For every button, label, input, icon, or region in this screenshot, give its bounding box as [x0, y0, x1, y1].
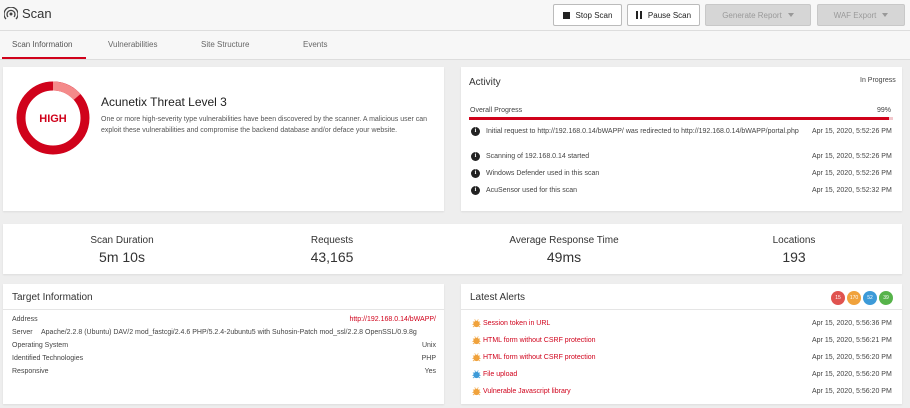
stat-requests-label: Requests [310, 235, 354, 246]
threat-level-badge: HIGH [39, 113, 67, 125]
alert-name[interactable]: File upload [483, 371, 517, 378]
target-responsive-row: Responsive Yes [12, 368, 436, 378]
low-count-badge[interactable]: 52 [863, 291, 877, 305]
activity-event-time: Apr 15, 2020, 5:52:26 PM [812, 170, 892, 177]
responsive-label: Responsive [12, 368, 49, 375]
server-label: Server [12, 329, 33, 336]
alert-name[interactable]: HTML form without CSRF protection [483, 337, 596, 344]
target-information-title: Target Information [12, 292, 93, 303]
divider [3, 309, 444, 310]
tab-events[interactable]: Events [303, 40, 327, 49]
activity-event-text: AcuSensor used for this scan [486, 187, 578, 194]
target-os-row: Operating System Unix [12, 342, 436, 352]
generate-report-label: Generate Report [722, 10, 782, 20]
bug-icon [472, 353, 481, 362]
bug-icon [472, 336, 481, 345]
responsive-value: Yes [424, 368, 436, 375]
medium-count-badge[interactable]: 170 [847, 291, 861, 305]
info-icon: i [471, 169, 480, 178]
bug-icon [472, 387, 481, 396]
technologies-value: PHP [421, 355, 436, 362]
alert-time: Apr 15, 2020, 5:56:20 PM [812, 388, 892, 395]
bug-icon [472, 319, 481, 328]
generate-report-button[interactable]: Generate Report [705, 4, 811, 26]
activity-event-text: Scanning of 192.168.0.14 started [486, 153, 590, 160]
tab-scan-information[interactable]: Scan Information [12, 40, 72, 49]
info-icon: i [471, 127, 480, 136]
alert-item[interactable]: HTML form without CSRF protection Apr 15… [472, 336, 896, 346]
active-tab-indicator [2, 57, 86, 59]
address-link[interactable]: http://192.168.0.14/bWAPP/ [349, 316, 436, 323]
latest-alerts-title: Latest Alerts [470, 292, 526, 303]
divider [461, 309, 902, 310]
technologies-label: Identified Technologies [12, 355, 84, 362]
activity-event: i Initial request to http://192.168.0.14… [471, 127, 895, 147]
threat-level-gauge: HIGH [16, 81, 90, 155]
info-count-badge[interactable]: 39 [879, 291, 893, 305]
stat-response-time-label: Average Response Time [509, 235, 619, 246]
alert-name[interactable]: Session token in URL [483, 320, 550, 327]
chevron-down-icon [882, 13, 889, 17]
stop-icon [562, 11, 570, 19]
alert-time: Apr 15, 2020, 5:56:21 PM [812, 337, 892, 344]
info-icon: i [471, 186, 480, 195]
activity-event-time: Apr 15, 2020, 5:52:26 PM [812, 128, 892, 135]
progress-value: 99% [877, 107, 892, 114]
stat-locations-value: 193 [782, 249, 806, 265]
alert-time: Apr 15, 2020, 5:56:36 PM [812, 320, 892, 327]
activity-event: i Windows Defender used in this scan Apr… [471, 169, 895, 179]
stat-requests-value: 43,165 [310, 249, 354, 265]
chevron-down-icon [787, 13, 794, 17]
stat-response-time-value: 49ms [546, 249, 582, 265]
waf-export-label: WAF Export [833, 10, 877, 20]
alert-item[interactable]: HTML form without CSRF protection Apr 15… [472, 353, 896, 363]
stop-scan-button[interactable]: Stop Scan [553, 4, 622, 26]
page-title: Scan [22, 6, 52, 21]
bug-icon [472, 370, 481, 379]
alert-time: Apr 15, 2020, 5:56:20 PM [812, 354, 892, 361]
stat-scan-duration-label: Scan Duration [90, 235, 154, 246]
progress-label: Overall Progress [470, 107, 523, 114]
page-title-group: Scan [4, 6, 52, 21]
activity-event: i Scanning of 192.168.0.14 started Apr 1… [471, 152, 895, 162]
stop-scan-label: Stop Scan [575, 10, 613, 20]
target-server-row: Server Apache/2.2.8 (Ubuntu) DAV/2 mod_f… [12, 329, 436, 339]
activity-event-time: Apr 15, 2020, 5:52:26 PM [812, 153, 892, 160]
activity-event-text: Windows Defender used in this scan [486, 170, 600, 177]
high-count-badge[interactable]: 15 [831, 291, 845, 305]
alert-name[interactable]: HTML form without CSRF protection [483, 354, 596, 361]
tab-site-structure[interactable]: Site Structure [201, 40, 249, 49]
stat-locations-label: Locations [772, 235, 816, 246]
activity-status: In Progress [860, 77, 896, 84]
target-technologies-row: Identified Technologies PHP [12, 355, 436, 365]
pause-icon [635, 11, 642, 19]
target-address-row: Address http://192.168.0.14/bWAPP/ [12, 316, 436, 326]
progress-bar [469, 117, 893, 120]
info-icon: i [471, 152, 480, 161]
activity-event: i AcuSensor used for this scan Apr 15, 2… [471, 186, 895, 196]
threat-title: Acunetix Threat Level 3 [101, 95, 227, 109]
tab-bar: Scan Information Vulnerabilities Site St… [0, 31, 910, 60]
tab-vulnerabilities[interactable]: Vulnerabilities [108, 40, 158, 49]
activity-event-time: Apr 15, 2020, 5:52:32 PM [812, 187, 892, 194]
alert-time: Apr 15, 2020, 5:56:20 PM [812, 371, 892, 378]
scan-icon [4, 6, 18, 19]
server-value: Apache/2.2.8 (Ubuntu) DAV/2 mod_fastcgi/… [41, 329, 417, 336]
pause-scan-button[interactable]: Pause Scan [627, 4, 700, 26]
pause-scan-label: Pause Scan [647, 10, 692, 20]
address-label: Address [12, 316, 38, 323]
activity-title: Activity [469, 77, 501, 88]
top-bar: Scan Stop Scan Pause Scan Generate Repor… [0, 0, 910, 31]
os-label: Operating System [12, 342, 69, 349]
threat-description: One or more high-severity type vulnerabi… [101, 116, 428, 134]
alert-item[interactable]: Session token in URL Apr 15, 2020, 5:56:… [472, 319, 896, 329]
waf-export-button[interactable]: WAF Export [817, 4, 905, 26]
alert-item[interactable]: Vulnerable Javascript library Apr 15, 20… [472, 387, 896, 397]
os-value: Unix [421, 342, 436, 349]
stat-scan-duration-value: 5m 10s [99, 249, 145, 265]
activity-event-text: Initial request to http://192.168.0.14/b… [486, 128, 799, 135]
alert-name[interactable]: Vulnerable Javascript library [483, 388, 571, 395]
alert-item[interactable]: File upload Apr 15, 2020, 5:56:20 PM [472, 370, 896, 380]
progress-fill [469, 117, 889, 120]
